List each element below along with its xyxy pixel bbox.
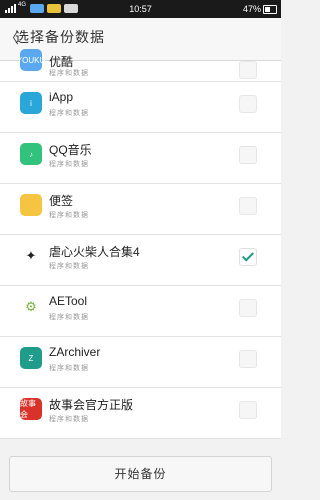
select-checkbox[interactable] bbox=[239, 299, 257, 317]
app-name: ZArchiver bbox=[49, 345, 101, 359]
stickman-icon: ✦ bbox=[20, 245, 42, 267]
app-name: iApp bbox=[49, 90, 74, 104]
page-title: 选择备份数据 bbox=[15, 30, 105, 46]
app-subtitle: 程序和数据 bbox=[49, 415, 89, 423]
status-bar: 4G 10:57 47% bbox=[0, 0, 281, 18]
list-item[interactable]: YOUKU 优酷 程序和数据 bbox=[0, 49, 281, 82]
storybook-icon: 故事会 bbox=[20, 398, 42, 420]
android-icon: ⚙ bbox=[20, 296, 42, 318]
zarchiver-icon: Z bbox=[20, 347, 42, 369]
app-subtitle: 程序和数据 bbox=[49, 364, 89, 372]
battery-icon bbox=[263, 5, 277, 14]
app-list: YOUKU 优酷 程序和数据 i iApp 程序和数据 ♪ QQ音乐 程序和数据 便签 程序和数据 ✦… bbox=[0, 49, 281, 439]
app-subtitle: 程序和数据 bbox=[49, 262, 89, 270]
app-subtitle: 程序和数据 bbox=[49, 160, 89, 168]
app-name: QQ音乐 bbox=[49, 143, 92, 157]
select-checkbox[interactable] bbox=[239, 95, 257, 113]
select-checkbox[interactable] bbox=[239, 61, 257, 79]
battery-percent: 47% bbox=[242, 4, 261, 14]
notes-icon bbox=[20, 194, 42, 216]
app-name: 虐心火柴人合集4 bbox=[49, 245, 140, 259]
qqmusic-icon: ♪ bbox=[20, 143, 42, 165]
select-checkbox[interactable] bbox=[239, 401, 257, 419]
list-item[interactable]: ⚙ AETool 程序和数据 bbox=[0, 286, 281, 337]
list-item[interactable]: Z ZArchiver 程序和数据 bbox=[0, 337, 281, 388]
app-subtitle: 程序和数据 bbox=[49, 109, 89, 117]
list-item[interactable]: ♪ QQ音乐程序和数据 bbox=[0, 133, 281, 184]
select-checkbox[interactable] bbox=[239, 146, 257, 164]
select-checkbox[interactable] bbox=[239, 350, 257, 368]
app-name: 便签 bbox=[49, 194, 74, 208]
iapp-icon: i bbox=[20, 92, 42, 114]
bottom-bar: 开始备份 bbox=[0, 446, 281, 500]
app-name: 故事会官方正版 bbox=[49, 398, 134, 412]
start-backup-button[interactable]: 开始备份 bbox=[9, 456, 272, 492]
select-checkbox[interactable] bbox=[239, 197, 257, 215]
app-subtitle: 程序和数据 bbox=[49, 313, 89, 321]
list-item[interactable]: ✦ 虐心火柴人合集4 程序和数据 bbox=[0, 235, 281, 286]
youku-icon: YOUKU bbox=[17, 49, 45, 71]
select-checkbox[interactable] bbox=[239, 248, 257, 266]
list-item[interactable]: 便签 程序和数据 bbox=[0, 184, 281, 235]
list-item[interactable]: i iApp 程序和数据 bbox=[0, 82, 281, 133]
list-item[interactable]: 故事会 故事会官方正版程序和数据 bbox=[0, 388, 281, 439]
status-time: 10:57 bbox=[129, 4, 152, 14]
app-subtitle: 程序和数据 bbox=[49, 211, 89, 219]
app-name: AETool bbox=[49, 294, 88, 308]
app-subtitle: 程序和数据 bbox=[49, 69, 89, 77]
